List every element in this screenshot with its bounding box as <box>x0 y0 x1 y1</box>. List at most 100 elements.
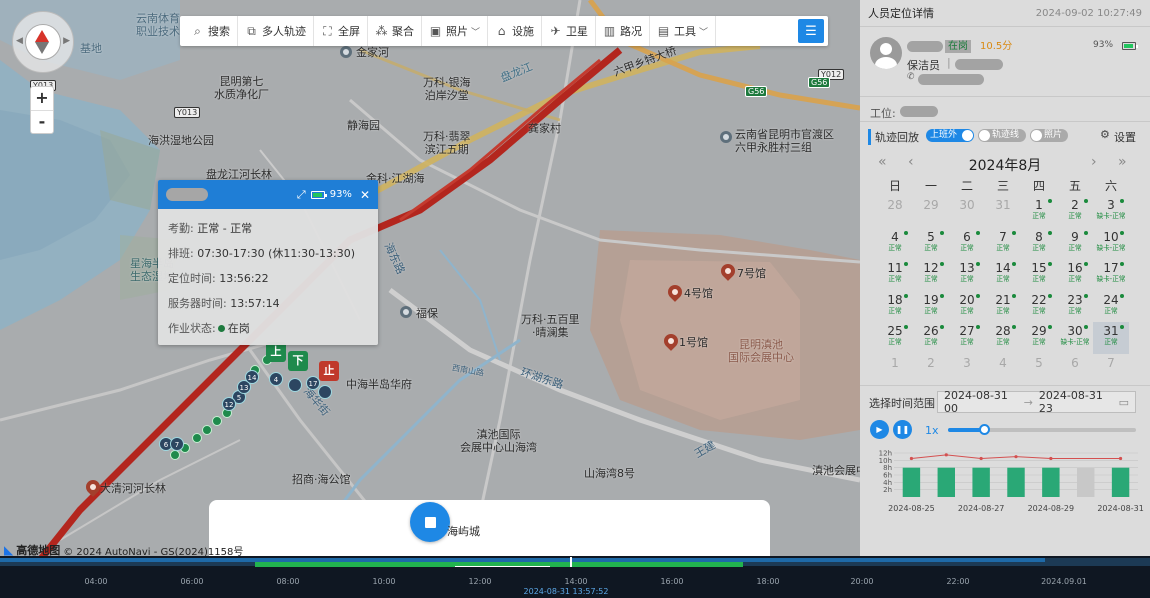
toolbar-fullscreen[interactable]: ⛶ 全屏 <box>314 16 368 46</box>
map-canvas[interactable]: 海洪湿地公园 昆明第七 水质净化厂 金家河 万科·银海 泊岸汐堂 盘龙江 六甲乡… <box>0 0 860 560</box>
calendar-day[interactable]: 31 正常 <box>1093 322 1129 354</box>
calendar-day[interactable]: 15 正常 <box>1021 259 1057 291</box>
calendar-day[interactable]: 30 缺卡-正常 <box>1057 322 1093 354</box>
calendar-day[interactable]: 29 <box>913 196 949 228</box>
map-label: 滇池国际 会展中心山海湾 <box>460 428 537 454</box>
pause-button[interactable]: ❚❚ <box>893 420 912 439</box>
calendar-day[interactable]: 24 正常 <box>1093 291 1129 323</box>
calendar-day[interactable]: 17 缺卡-正常 <box>1093 259 1129 291</box>
list-menu-button[interactable]: ☰ <box>798 19 824 43</box>
rotate-left-icon[interactable]: ◀ <box>16 36 23 46</box>
toggle-off-duty[interactable]: 上班外 <box>926 129 974 142</box>
calendar-day[interactable]: 25 正常 <box>877 322 913 354</box>
calendar-day[interactable]: 2 <box>913 354 949 386</box>
toggle-track-line[interactable]: 轨迹线 <box>978 129 1026 142</box>
battery-icon <box>310 190 327 199</box>
toolbar-cluster[interactable]: ⁂ 聚合 <box>368 16 422 46</box>
toolbar-satellite[interactable]: ✈ 卫星 <box>542 16 597 46</box>
settings-icon[interactable]: ⚙ <box>1100 128 1110 141</box>
compass-control[interactable]: ◀ ▶ <box>12 11 74 73</box>
toolbar-facility[interactable]: ⌂ 设施 <box>488 16 543 46</box>
track-marker[interactable] <box>318 385 332 399</box>
calendar-day[interactable]: 5 <box>1021 354 1057 386</box>
calendar-day[interactable]: 13 正常 <box>949 259 985 291</box>
calendar-day[interactable]: 20 正常 <box>949 291 985 323</box>
zoom-in-button[interactable]: + <box>31 87 53 110</box>
zoom-out-button[interactable]: - <box>31 110 53 133</box>
track-stop-marker[interactable]: 止 <box>319 361 339 381</box>
next-year-icon[interactable]: » <box>1118 154 1127 170</box>
calendar-day[interactable]: 28 <box>877 196 913 228</box>
track-end-marker[interactable]: 下 <box>288 351 308 371</box>
toolbar-multi-track[interactable]: ⧉ 多人轨迹 <box>238 16 314 46</box>
track-marker[interactable]: 12 <box>222 397 236 411</box>
calendar-day[interactable]: 5 正常 <box>913 228 949 260</box>
timeline-bar[interactable]: 04:00 06:00 08:00 10:00 12:00 14:00 16:0… <box>0 556 1150 598</box>
calendar-day[interactable]: 1 正常 <box>1021 196 1057 228</box>
locate-icon[interactable]: ⤢ <box>297 188 306 202</box>
rotate-right-icon[interactable]: ▶ <box>63 36 70 46</box>
toolbar-search[interactable]: ⌕ 搜索 <box>184 16 238 46</box>
calendar-day[interactable]: 3 缺卡-正常 <box>1093 196 1129 228</box>
calendar-day[interactable]: 31 <box>985 196 1021 228</box>
speed-slider-handle[interactable] <box>979 424 990 435</box>
calendar-day-status: 缺卡-正常 <box>1096 212 1126 220</box>
track-point[interactable] <box>170 450 180 460</box>
timeline-label: 12:00 <box>468 577 492 586</box>
track-point[interactable] <box>192 433 202 443</box>
settings-label[interactable]: 设置 <box>1114 129 1136 145</box>
calendar-day[interactable]: 6 <box>1057 354 1093 386</box>
track-marker[interactable]: 7 <box>170 437 184 451</box>
calendar-day[interactable]: 19 正常 <box>913 291 949 323</box>
has-track-dot-icon <box>1120 199 1124 203</box>
track-marker[interactable]: 4 <box>269 372 283 386</box>
calendar-day[interactable]: 4 <box>985 354 1021 386</box>
calendar-day-status: 正常 <box>1032 306 1046 315</box>
play-button[interactable]: ▶ <box>870 420 889 439</box>
range-start[interactable]: 2024-08-31 00 <box>944 389 1018 415</box>
calendar-day[interactable]: 1 <box>877 354 913 386</box>
calendar-day[interactable]: 6 正常 <box>949 228 985 260</box>
calendar-day[interactable]: 29 正常 <box>1021 322 1057 354</box>
calendar-day[interactable]: 2 正常 <box>1057 196 1093 228</box>
timeline-track[interactable] <box>0 557 1150 567</box>
calendar-day[interactable]: 8 正常 <box>1021 228 1057 260</box>
calendar-day[interactable]: 21 正常 <box>985 291 1021 323</box>
toolbar-tools[interactable]: ▤ 工具 ﹀ <box>650 16 717 46</box>
track-point[interactable] <box>202 425 212 435</box>
calendar-day[interactable]: 10 缺卡-正常 <box>1093 228 1129 260</box>
calendar-day[interactable]: 11 正常 <box>877 259 913 291</box>
speed-slider[interactable] <box>948 424 1136 435</box>
track-marker[interactable] <box>288 378 302 392</box>
calendar-day[interactable]: 30 <box>949 196 985 228</box>
calendar-day[interactable]: 27 正常 <box>949 322 985 354</box>
toolbar-traffic[interactable]: ▥ 路况 <box>596 16 651 46</box>
track-point[interactable] <box>212 416 222 426</box>
calendar-day[interactable]: 28 正常 <box>985 322 1021 354</box>
time-range-picker[interactable]: 2024-08-31 00 → 2024-08-31 23 ▭ <box>937 389 1136 415</box>
track-marker[interactable]: 14 <box>245 370 259 384</box>
toolbar-photo[interactable]: ▣ 照片 ﹀ <box>422 16 489 46</box>
calendar-day[interactable]: 26 正常 <box>913 322 949 354</box>
calendar-day[interactable]: 7 正常 <box>985 228 1021 260</box>
next-month-icon[interactable]: › <box>1091 154 1097 170</box>
calendar-day[interactable]: 23 正常 <box>1057 291 1093 323</box>
range-end[interactable]: 2024-08-31 23 <box>1039 389 1113 415</box>
track-start-marker[interactable]: 上 <box>266 342 286 362</box>
toggle-photo[interactable]: 照片 <box>1030 129 1068 142</box>
calendar-day[interactable]: 18 正常 <box>877 291 913 323</box>
timeline-label: 20:00 <box>850 577 874 586</box>
calendar-day[interactable]: 9 正常 <box>1057 228 1093 260</box>
calendar-day[interactable]: 3 <box>949 354 985 386</box>
close-icon[interactable]: ✕ <box>360 188 370 202</box>
calendar-day[interactable]: 16 正常 <box>1057 259 1093 291</box>
calendar-day[interactable]: 12 正常 <box>913 259 949 291</box>
calendar-day[interactable]: 14 正常 <box>985 259 1021 291</box>
stop-playback-button[interactable] <box>410 502 450 542</box>
calendar-day[interactable]: 7 <box>1093 354 1129 386</box>
calendar-day[interactable]: 4 正常 <box>877 228 913 260</box>
compass-south-icon <box>35 42 49 54</box>
calendar-day[interactable]: 22 正常 <box>1021 291 1057 323</box>
calendar-day-status: 正常 <box>960 243 974 252</box>
chart-bar <box>1007 467 1025 497</box>
